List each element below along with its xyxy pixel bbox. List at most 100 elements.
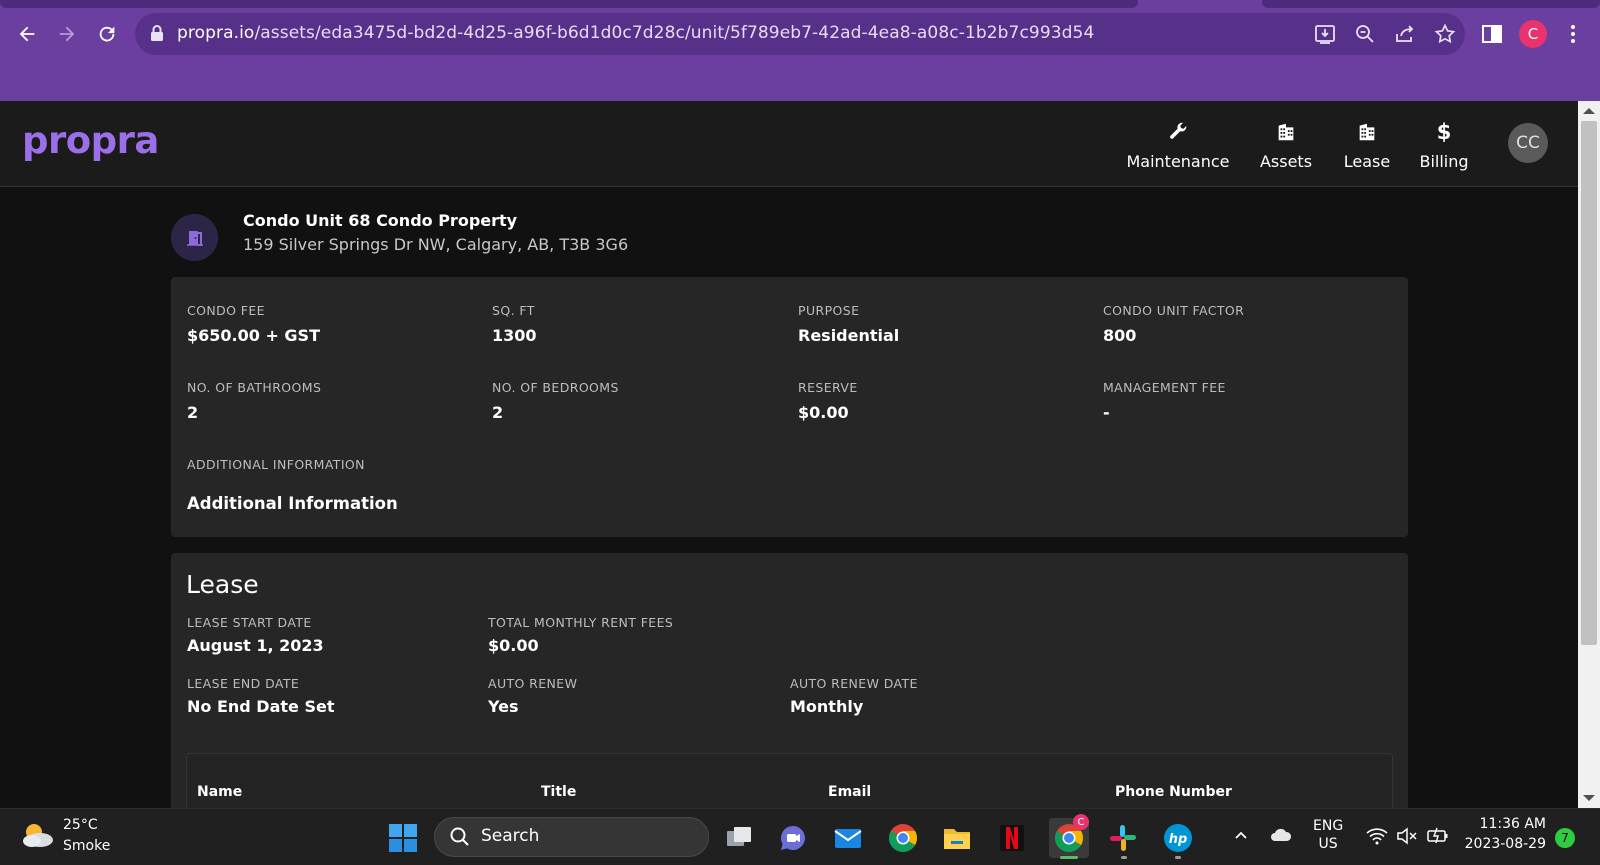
language-code: ENG	[1313, 818, 1344, 834]
hp-app-button[interactable]: hp	[1161, 821, 1195, 855]
url-text[interactable]: propra.io/assets/eda3475d-bd2d-4d25-a96f…	[177, 23, 1094, 43]
field-label: CONDO FEE	[187, 303, 265, 318]
nav-billing[interactable]: $ Billing	[1416, 118, 1472, 171]
field-value: $0.00	[488, 636, 539, 655]
file-explorer-button[interactable]	[940, 821, 974, 855]
mail-button[interactable]	[831, 821, 865, 855]
dollar-icon: $	[1436, 120, 1452, 144]
mail-icon	[834, 829, 862, 848]
building-icon	[1340, 118, 1394, 146]
scroll-down-icon[interactable]	[1583, 795, 1595, 801]
nav-assets[interactable]: Assets	[1256, 118, 1316, 171]
back-button[interactable]	[13, 20, 41, 48]
onedrive-cloud-icon[interactable]	[1269, 827, 1293, 847]
nav-lease[interactable]: Lease	[1340, 118, 1394, 171]
language-indicator[interactable]: ENG US	[1313, 818, 1343, 852]
total-monthly-rent-field: TOTAL MONTHLY RENT FEES $0.00	[488, 615, 673, 655]
task-view-icon	[727, 827, 751, 846]
share-icon[interactable]	[1393, 22, 1417, 46]
app-viewport: propra Maintenance Assets Lease $ Billin…	[0, 101, 1578, 808]
start-button[interactable]	[386, 821, 420, 855]
field-value: $0.00	[798, 403, 849, 422]
lease-end-date-field: LEASE END DATE No End Date Set	[187, 676, 334, 716]
weather-haze-icon[interactable]	[21, 821, 55, 851]
folder-icon	[944, 829, 970, 849]
screen: propra.io/assets/eda3475d-bd2d-4d25-a96f…	[0, 0, 1600, 865]
nav-label: Billing	[1419, 152, 1469, 171]
nav-maintenance[interactable]: Maintenance	[1126, 118, 1230, 171]
weather-temperature[interactable]: 25°C	[63, 817, 98, 833]
column-header-name[interactable]: Name	[197, 784, 242, 800]
field-label: RESERVE	[798, 380, 858, 395]
svg-text:hp: hp	[1169, 832, 1188, 847]
forward-button[interactable]	[53, 20, 81, 48]
profile-badge: C	[1073, 814, 1089, 830]
netflix-icon	[1000, 825, 1024, 851]
auto-renew-field: AUTO RENEW Yes	[488, 676, 577, 716]
taskbar-search-box[interactable]	[434, 817, 709, 857]
field-label: ADDITIONAL INFORMATION	[187, 457, 365, 472]
bathrooms-field: NO. OF BATHROOMS 2	[187, 380, 321, 422]
user-avatar[interactable]: CC	[1508, 123, 1548, 163]
tab[interactable]	[1262, 0, 1600, 8]
field-value: 800	[1103, 326, 1137, 345]
column-header-phone[interactable]: Phone Number	[1115, 784, 1232, 800]
chrome-taskbar-button[interactable]	[886, 821, 920, 855]
purpose-field: PURPOSE Residential	[798, 303, 899, 345]
arrow-left-icon	[19, 26, 35, 42]
propra-logo[interactable]: propra	[22, 119, 159, 162]
column-header-email[interactable]: Email	[828, 784, 871, 800]
battery-charging-icon[interactable]	[1426, 826, 1450, 848]
profile-avatar[interactable]: C	[1519, 20, 1547, 48]
condo-fee-field: CONDO FEE $650.00 + GST	[187, 303, 320, 345]
browser-menu-icon[interactable]	[1563, 20, 1583, 48]
install-app-icon[interactable]	[1313, 22, 1337, 46]
management-fee-field: MANAGEMENT FEE -	[1103, 380, 1226, 422]
chrome-profile-taskbar-button[interactable]: C	[1049, 814, 1089, 858]
task-view-button[interactable]	[722, 821, 756, 855]
nav-label: Maintenance	[1126, 152, 1230, 171]
zoom-icon[interactable]	[1353, 22, 1377, 46]
unit-address: 159 Silver Springs Dr NW, Calgary, AB, T…	[243, 235, 629, 254]
show-hidden-icons-chevron-icon[interactable]	[1233, 827, 1249, 847]
field-value: No End Date Set	[187, 697, 335, 716]
chat-icon	[780, 826, 805, 850]
scroll-up-icon[interactable]	[1583, 108, 1595, 114]
field-value: -	[1103, 403, 1110, 422]
side-panel-icon[interactable]	[1480, 22, 1504, 46]
windows-taskbar: 25°C Smoke Search C hp ENG US 11:36 AM 2…	[0, 808, 1600, 865]
field-label: NO. OF BEDROOMS	[492, 380, 619, 395]
auto-renew-date-field: AUTO RENEW DATE Monthly	[790, 676, 918, 716]
page-scrollbar[interactable]	[1578, 101, 1600, 808]
lease-card: Lease LEASE START DATE August 1, 2023 TO…	[171, 553, 1408, 808]
clock[interactable]: 11:36 AM 2023-08-29	[1462, 816, 1546, 852]
weather-condition[interactable]: Smoke	[63, 838, 110, 854]
field-value: Additional Information	[187, 494, 398, 513]
field-label: AUTO RENEW	[488, 676, 578, 691]
additional-info-field: ADDITIONAL INFORMATION Additional Inform…	[187, 457, 398, 513]
url-path: /assets/eda3475d-bd2d-4d25-a96f-b6d1d0c7…	[254, 23, 1095, 43]
unit-title: Condo Unit 68 Condo Property	[243, 211, 518, 230]
slack-icon	[1110, 825, 1136, 851]
field-label: NO. OF BATHROOMS	[187, 380, 322, 395]
reload-button[interactable]	[93, 20, 121, 48]
field-label: PURPOSE	[798, 303, 860, 318]
search-icon	[450, 827, 469, 846]
slack-button[interactable]	[1106, 821, 1140, 855]
tab[interactable]	[0, 0, 1138, 8]
scrollbar-thumb[interactable]	[1581, 121, 1597, 645]
field-value: Yes	[488, 697, 519, 716]
volume-muted-icon[interactable]	[1396, 827, 1418, 849]
notification-badge[interactable]: 7	[1555, 828, 1575, 848]
field-value: 2	[492, 403, 504, 422]
field-value: $650.00 + GST	[187, 326, 320, 345]
reserve-field: RESERVE $0.00	[798, 380, 858, 422]
field-value: Residential	[798, 326, 900, 345]
column-header-title[interactable]: Title	[541, 784, 576, 800]
netflix-button[interactable]	[995, 821, 1029, 855]
wifi-icon[interactable]	[1366, 827, 1388, 849]
teams-chat-button[interactable]	[776, 821, 810, 855]
field-label: MANAGEMENT FEE	[1103, 380, 1226, 395]
bookmark-star-icon[interactable]	[1433, 22, 1457, 46]
lease-heading: Lease	[186, 570, 259, 599]
